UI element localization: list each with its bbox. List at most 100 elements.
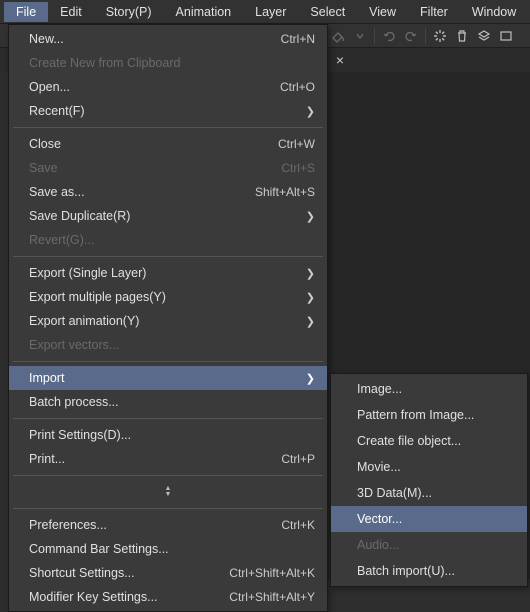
menu-item-print-[interactable]: Print...Ctrl+P: [9, 447, 327, 471]
submenu-item-vector-[interactable]: Vector...: [331, 506, 527, 532]
menu-separator: [13, 418, 323, 419]
loading-icon[interactable]: [430, 27, 450, 45]
menu-item-revert-g-: Revert(G)...: [9, 228, 327, 252]
menu-item-shortcut: Ctrl+P: [281, 452, 315, 466]
menu-item-shortcut: Shift+Alt+S: [255, 185, 315, 199]
menu-item-label: Save as...: [29, 185, 255, 199]
menu-item-open-[interactable]: Open...Ctrl+O: [9, 75, 327, 99]
menu-item-label: Export animation(Y): [29, 314, 305, 328]
submenu-item-label: Image...: [357, 382, 515, 396]
menubar-item-filter[interactable]: Filter: [408, 2, 460, 22]
menu-item-batch-process-[interactable]: Batch process...: [9, 390, 327, 414]
menu-item-export-single-layer-[interactable]: Export (Single Layer)❯: [9, 261, 327, 285]
menu-item-label: Save Duplicate(R): [29, 209, 305, 223]
menu-item-shortcut-settings-[interactable]: Shortcut Settings...Ctrl+Shift+Alt+K: [9, 561, 327, 585]
redo-icon[interactable]: [401, 27, 421, 45]
submenu-item-label: Movie...: [357, 460, 515, 474]
submenu-item-label: Batch import(U)...: [357, 564, 515, 578]
menu-separator: [13, 256, 323, 257]
menubar-item-story-p-[interactable]: Story(P): [94, 2, 164, 22]
menu-separator: [13, 508, 323, 509]
menu-item-shortcut: Ctrl+O: [280, 80, 315, 94]
menu-item-modifier-key-settings-[interactable]: Modifier Key Settings...Ctrl+Shift+Alt+Y: [9, 585, 327, 609]
undo-icon[interactable]: [379, 27, 399, 45]
menu-item-label: Preferences...: [29, 518, 281, 532]
menu-item-save-duplicate-r-[interactable]: Save Duplicate(R)❯: [9, 204, 327, 228]
menubar-item-file[interactable]: File: [4, 2, 48, 22]
import-submenu: Image... Pattern from Image... Create file…: [330, 373, 528, 587]
menubar-item-animation[interactable]: Animation: [164, 2, 244, 22]
layers-icon[interactable]: [474, 27, 494, 45]
chevron-right-icon: ❯: [305, 315, 315, 328]
menu-item-shortcut: Ctrl+N: [281, 32, 315, 46]
chevron-right-icon: ❯: [305, 372, 315, 385]
menu-item-save-as-[interactable]: Save as...Shift+Alt+S: [9, 180, 327, 204]
menu-separator: [13, 361, 323, 362]
menu-item-export-multiple-pages-y-[interactable]: Export multiple pages(Y)❯: [9, 285, 327, 309]
submenu-item-3d-data-m-[interactable]: 3D Data(M)...: [331, 480, 527, 506]
file-menu-dropdown: New...Ctrl+N Create New from Clipboard Ope…: [8, 24, 328, 612]
submenu-item-audio-: Audio...: [331, 532, 527, 558]
menu-item-shortcut: Ctrl+Shift+Alt+K: [229, 566, 315, 580]
menu-item-recent-f-[interactable]: Recent(F)❯: [9, 99, 327, 123]
paint-bucket-icon[interactable]: [328, 27, 348, 45]
menu-item-label: Recent(F): [29, 104, 305, 118]
menu-item-label: Open...: [29, 80, 280, 94]
menu-item-label: Batch process...: [29, 395, 315, 409]
menu-item-label: Create New from Clipboard: [29, 56, 315, 70]
chevron-right-icon: ❯: [305, 210, 315, 223]
submenu-item-create-file-object-[interactable]: Create file object...: [331, 428, 527, 454]
submenu-item-pattern-from-image-[interactable]: Pattern from Image...: [331, 402, 527, 428]
menu-item-label: Print...: [29, 452, 281, 466]
menubar-item-select[interactable]: Select: [298, 2, 357, 22]
menu-expand-toggle[interactable]: .▲▼: [9, 480, 327, 504]
menubar-item-window[interactable]: Window: [460, 2, 528, 22]
menu-item-save: SaveCtrl+S: [9, 156, 327, 180]
menu-item-label: Print Settings(D)...: [29, 428, 315, 442]
menu-item-shortcut: Ctrl+W: [278, 137, 315, 151]
menu-item-label: Save: [29, 161, 281, 175]
submenu-item-image-[interactable]: Image...: [331, 376, 527, 402]
menu-item-command-bar-settings-[interactable]: Command Bar Settings...: [9, 537, 327, 561]
canvas-icon[interactable]: [496, 27, 516, 45]
menu-item-create-new-from-clipboard: Create New from Clipboard: [9, 51, 327, 75]
menu-item-export-vectors-: Export vectors...: [9, 333, 327, 357]
menubar-item-layer[interactable]: Layer: [243, 2, 298, 22]
menubar-item-view[interactable]: View: [357, 2, 408, 22]
expand-arrows-icon: ▲▼: [165, 486, 172, 498]
menu-item-shortcut: Ctrl+Shift+Alt+Y: [229, 590, 315, 604]
menu-item-label: Shortcut Settings...: [29, 566, 229, 580]
menu-separator: [13, 127, 323, 128]
close-icon[interactable]: ×: [328, 50, 352, 70]
menu-item-shortcut: Ctrl+S: [281, 161, 315, 175]
menu-item-import[interactable]: Import❯: [9, 366, 327, 390]
menu-item-label: Export multiple pages(Y): [29, 290, 305, 304]
menu-item-shortcut: Ctrl+K: [281, 518, 315, 532]
chevron-right-icon: ❯: [305, 267, 315, 280]
submenu-item-label: Audio...: [357, 538, 515, 552]
toolbar-separator: [374, 28, 375, 44]
menu-item-label: Export (Single Layer): [29, 266, 305, 280]
submenu-item-label: Create file object...: [357, 434, 515, 448]
menu-item-new-[interactable]: New...Ctrl+N: [9, 27, 327, 51]
menu-item-print-settings-d-[interactable]: Print Settings(D)...: [9, 423, 327, 447]
trash-icon[interactable]: [452, 27, 472, 45]
toolbar-separator: [425, 28, 426, 44]
submenu-item-label: 3D Data(M)...: [357, 486, 515, 500]
menu-item-label: Import: [29, 371, 305, 385]
menu-item-label: Modifier Key Settings...: [29, 590, 229, 604]
menu-item-close[interactable]: CloseCtrl+W: [9, 132, 327, 156]
menu-item-label: Command Bar Settings...: [29, 542, 315, 556]
submenu-item-movie-[interactable]: Movie...: [331, 454, 527, 480]
submenu-item-label: Vector...: [357, 512, 515, 526]
menubar: FileEditStory(P)AnimationLayerSelectView…: [0, 0, 530, 24]
menu-item-label: Revert(G)...: [29, 233, 315, 247]
menu-item-label: New...: [29, 32, 281, 46]
menubar-item-edit[interactable]: Edit: [48, 2, 94, 22]
menu-item-label: Close: [29, 137, 278, 151]
menu-item-export-animation-y-[interactable]: Export animation(Y)❯: [9, 309, 327, 333]
menu-item-label: Export vectors...: [29, 338, 315, 352]
dropdown-caret-icon[interactable]: [350, 27, 370, 45]
menu-item-preferences-[interactable]: Preferences...Ctrl+K: [9, 513, 327, 537]
submenu-item-batch-import-u-[interactable]: Batch import(U)...: [331, 558, 527, 584]
